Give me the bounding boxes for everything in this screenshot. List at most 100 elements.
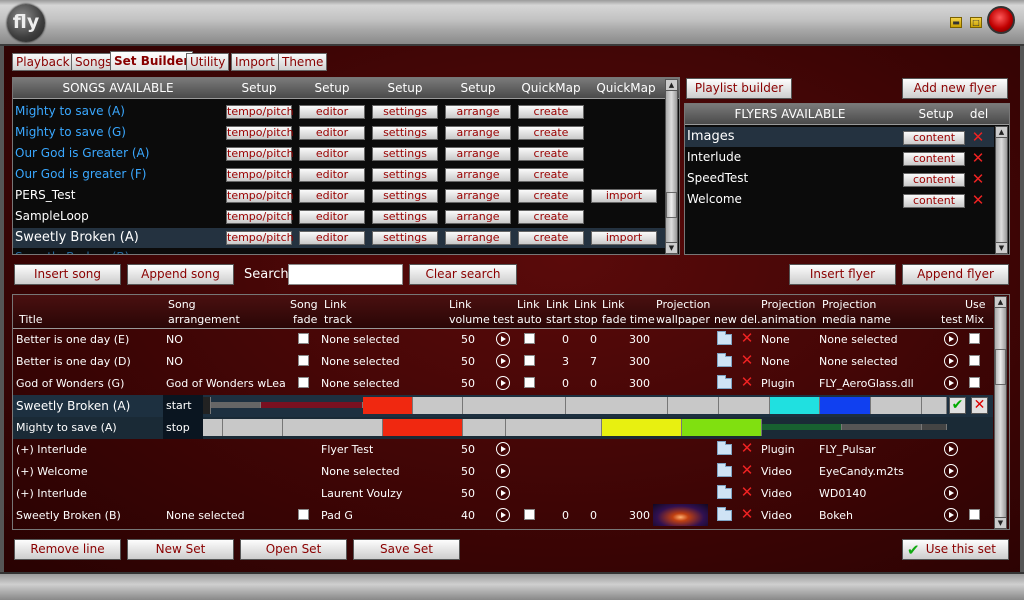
row-volume[interactable]: 50 <box>461 487 475 500</box>
row-fade[interactable]: 300 <box>629 509 650 522</box>
search-input[interactable] <box>288 264 403 285</box>
use-mix-checkbox[interactable] <box>969 333 980 344</box>
settings-button[interactable]: settings <box>372 126 438 140</box>
arrange-button[interactable]: arrange <box>445 210 511 224</box>
timeline-segment[interactable] <box>463 397 566 414</box>
play-icon[interactable] <box>496 354 510 368</box>
delete-icon[interactable]: ✕ <box>971 130 985 145</box>
row-title[interactable]: Better is one day (E) <box>16 333 129 346</box>
tab-import[interactable]: Import <box>231 53 279 71</box>
row-animation[interactable]: Plugin <box>761 377 795 390</box>
settings-button[interactable]: settings <box>372 210 438 224</box>
play-icon[interactable] <box>944 464 958 478</box>
folder-icon[interactable] <box>717 375 732 389</box>
flyer-item[interactable]: Interlude <box>687 150 741 164</box>
arrange-button[interactable]: arrange <box>445 231 511 245</box>
song-item[interactable]: Our God is greater (F) <box>15 167 146 181</box>
row-title[interactable]: (+) Welcome <box>16 465 88 478</box>
content-button[interactable]: content <box>903 152 965 166</box>
timeline-segment[interactable] <box>922 424 947 430</box>
row-volume[interactable]: 50 <box>461 355 475 368</box>
settings-button[interactable]: settings <box>372 231 438 245</box>
play-icon[interactable] <box>944 442 958 456</box>
timeline-segment[interactable] <box>682 419 762 436</box>
scroll-up-icon[interactable]: ▲ <box>996 127 1007 138</box>
create-button[interactable]: create <box>518 168 584 182</box>
content-button[interactable]: content <box>903 173 965 187</box>
import-button[interactable]: import <box>591 231 657 245</box>
row-media[interactable]: FLY_AeroGlass.dll <box>819 377 914 390</box>
link-auto-checkbox[interactable] <box>524 377 535 388</box>
arrange-button[interactable]: arrange <box>445 126 511 140</box>
tempo-pitch-button[interactable]: tempo/pitch <box>226 168 294 182</box>
row-track[interactable]: None selected <box>321 333 400 346</box>
row-arrangement[interactable]: NO <box>166 355 183 368</box>
song-fade-checkbox[interactable] <box>298 377 309 388</box>
folder-icon[interactable] <box>717 331 732 345</box>
create-button[interactable]: create <box>518 126 584 140</box>
song-item[interactable]: PERS_Test <box>15 188 75 202</box>
delete-icon[interactable]: ✕ <box>740 485 754 500</box>
delete-icon[interactable]: ✕ <box>740 507 754 522</box>
minimize-button[interactable]: ▬ <box>950 17 962 28</box>
row-stop[interactable]: 0 <box>590 333 597 346</box>
content-button[interactable]: content <box>903 194 965 208</box>
editor-button[interactable]: editor <box>299 210 365 224</box>
clear-search-button[interactable]: Clear search <box>409 264 517 285</box>
song-fade-checkbox[interactable] <box>298 509 309 520</box>
tempo-pitch-button[interactable]: tempo/pitch <box>226 189 294 203</box>
play-icon[interactable] <box>944 508 958 522</box>
row-media[interactable]: None selected <box>819 333 898 346</box>
timeline-segment[interactable] <box>203 419 223 436</box>
timeline-segment[interactable] <box>668 397 719 414</box>
row-track[interactable]: None selected <box>321 377 400 390</box>
use-this-set-button[interactable]: ✔ Use this set <box>902 539 1009 560</box>
song-fade-checkbox[interactable] <box>298 355 309 366</box>
timeline-segment[interactable] <box>871 397 922 414</box>
folder-icon[interactable] <box>717 507 732 521</box>
from-timeline[interactable] <box>203 395 947 416</box>
use-mix-checkbox[interactable] <box>969 355 980 366</box>
songs-scrollbar[interactable]: ▲ ▼ <box>665 79 678 254</box>
play-icon[interactable] <box>496 486 510 500</box>
arrange-button[interactable]: arrange <box>445 105 511 119</box>
timeline-segment[interactable] <box>203 397 211 414</box>
song-item-partial[interactable]: Sweetly Broken (B) <box>15 250 129 254</box>
create-button[interactable]: create <box>518 147 584 161</box>
row-fade[interactable]: 300 <box>629 377 650 390</box>
scroll-up-icon[interactable]: ▲ <box>666 80 677 91</box>
play-icon[interactable] <box>496 376 510 390</box>
row-title[interactable]: (+) Interlude <box>16 443 87 456</box>
row-title[interactable]: (+) Interlude <box>16 487 87 500</box>
folder-icon[interactable] <box>717 441 732 455</box>
scroll-up-icon[interactable]: ▲ <box>995 297 1006 308</box>
insert-song-button[interactable]: Insert song <box>14 264 121 285</box>
delete-icon[interactable]: ✕ <box>971 151 985 166</box>
row-volume[interactable]: 50 <box>461 443 475 456</box>
timeline-segment[interactable] <box>602 419 682 436</box>
delete-icon[interactable]: ✕ <box>740 463 754 478</box>
song-fade-checkbox[interactable] <box>298 333 309 344</box>
play-icon[interactable] <box>496 508 510 522</box>
row-volume[interactable]: 50 <box>461 333 475 346</box>
play-icon[interactable] <box>496 332 510 346</box>
play-icon[interactable] <box>496 442 510 456</box>
row-volume[interactable]: 50 <box>461 465 475 478</box>
row-animation[interactable]: None <box>761 333 790 346</box>
save-set-button[interactable]: Save Set <box>353 539 460 560</box>
timeline-segment[interactable] <box>413 397 463 414</box>
flyer-item[interactable]: Welcome <box>687 192 742 206</box>
insert-flyer-button[interactable]: Insert flyer <box>789 264 896 285</box>
transition-to-title[interactable]: Mighty to save (A) <box>16 421 117 434</box>
new-set-button[interactable]: New Set <box>127 539 234 560</box>
settings-button[interactable]: settings <box>372 105 438 119</box>
editor-button[interactable]: editor <box>299 168 365 182</box>
play-icon[interactable] <box>944 354 958 368</box>
editor-button[interactable]: editor <box>299 105 365 119</box>
folder-icon[interactable] <box>717 463 732 477</box>
row-media[interactable]: FLY_Pulsar <box>819 443 876 456</box>
row-media[interactable]: None selected <box>819 355 898 368</box>
play-icon[interactable] <box>496 464 510 478</box>
row-animation[interactable]: None <box>761 355 790 368</box>
create-button[interactable]: create <box>518 210 584 224</box>
